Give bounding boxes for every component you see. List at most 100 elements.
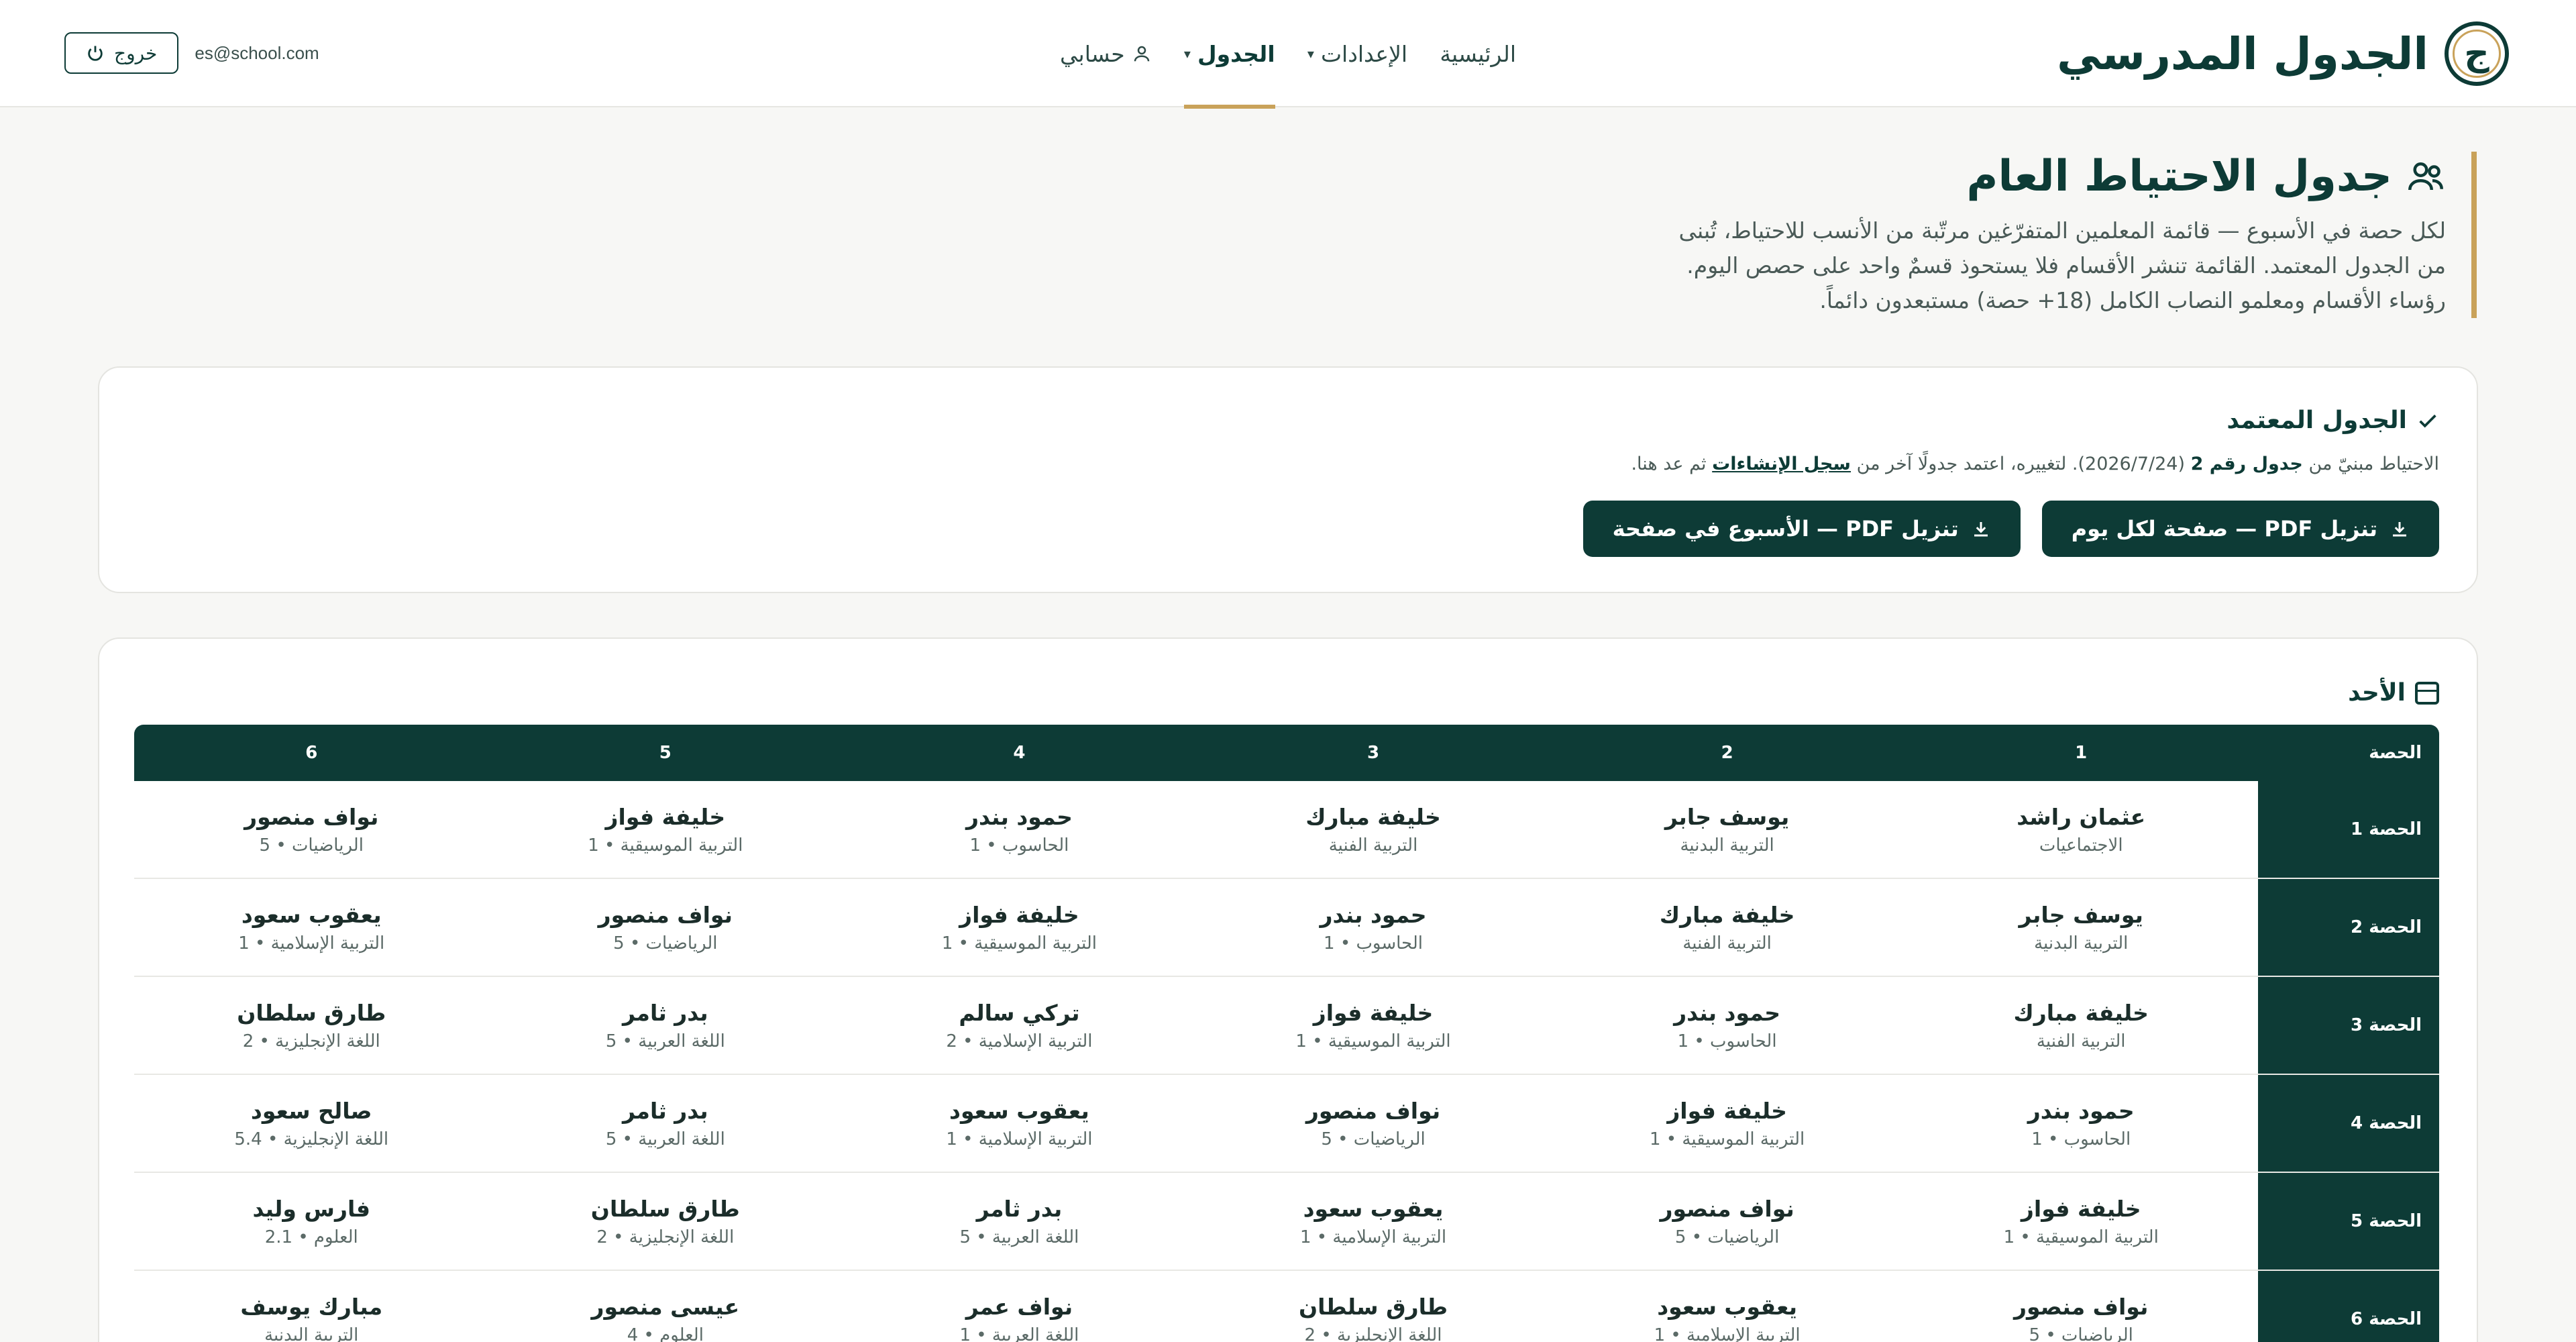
nav-item-schedule[interactable]: الجدول ▾ bbox=[1183, 0, 1275, 109]
day-schedule-card: الأحد الحصة 1 2 3 4 5 6 الحصة 1 عثمان راش… bbox=[98, 637, 2478, 1342]
teacher-cell[interactable]: يعقوب سعود التربية الإسلامية • 1 bbox=[134, 879, 488, 976]
teacher-cell[interactable]: خليفة فواز التربية الموسيقية • 1 bbox=[1550, 1075, 1904, 1172]
user-email: es@school.com bbox=[195, 42, 319, 63]
teacher-cell[interactable]: فارس وليد العلوم • 2.1 bbox=[134, 1173, 488, 1270]
teacher-cell[interactable]: خليفة مبارك التربية الفنية bbox=[1904, 977, 2258, 1074]
top-bar: ج الجدول المدرسي الرئيسية الإعدادات ▾ ال… bbox=[0, 0, 2576, 109]
teacher-subject: اللغة العربية • 5 bbox=[605, 1031, 725, 1051]
intro-line-2: من الجدول المعتمد. القائمة تنشر الأقسام … bbox=[1686, 252, 2446, 278]
teacher-cell[interactable]: نواف منصور الرياضيات • 5 bbox=[488, 879, 843, 976]
teacher-cell[interactable]: يوسف جابر التربية البدنية bbox=[1904, 879, 2258, 976]
day-title: الأحد bbox=[2348, 679, 2439, 707]
teacher-cell[interactable]: صالح سعود اللغة الإنجليزية • 5.4 bbox=[134, 1075, 488, 1172]
teacher-name: خليفة مبارك bbox=[1305, 803, 1441, 830]
download-icon bbox=[2393, 522, 2406, 537]
teacher-cell[interactable]: يوسف جابر التربية البدنية bbox=[1550, 781, 1904, 878]
nav-item-home[interactable]: الرئيسية bbox=[1440, 0, 1516, 107]
teacher-cell[interactable]: حمود بندر الحاسوب • 1 bbox=[1904, 1075, 2258, 1172]
teacher-name: بدر ثامر bbox=[976, 1195, 1063, 1222]
brand-logo-glyph: ج bbox=[2464, 34, 2489, 74]
teacher-name: فارس وليد bbox=[252, 1195, 370, 1222]
teacher-cell[interactable]: تركي سالم التربية الإسلامية • 2 bbox=[843, 977, 1197, 1074]
nav-item-settings[interactable]: الإعدادات ▾ bbox=[1307, 0, 1407, 107]
note-prefix: الاحتياط مبنيّ من bbox=[2308, 454, 2439, 474]
teacher-cell[interactable]: نواف منصور الرياضيات • 5 bbox=[134, 781, 488, 878]
teacher-cell[interactable]: بدر ثامر اللغة العربية • 5 bbox=[843, 1173, 1197, 1270]
teacher-cell[interactable]: نواف منصور الرياضيات • 5 bbox=[1550, 1173, 1904, 1270]
teacher-cell[interactable]: عثمان راشد الاجتماعيات bbox=[1904, 781, 2258, 878]
teacher-cell[interactable]: خليفة فواز التربية الموسيقية • 1 bbox=[1196, 977, 1550, 1074]
teacher-cell[interactable]: بدر ثامر اللغة العربية • 5 bbox=[488, 977, 843, 1074]
teacher-subject: التربية الموسيقية • 1 bbox=[2003, 1227, 2159, 1247]
teacher-cell[interactable]: يعقوب سعود التربية الإسلامية • 1 bbox=[843, 1075, 1197, 1172]
history-link[interactable]: سجل الإنشاءات bbox=[1712, 454, 1851, 474]
approved-title: الجدول المعتمد bbox=[2226, 407, 2439, 434]
download-weekly-pdf-button[interactable]: تنزيل PDF — الأسبوع في صفحة bbox=[1582, 501, 2021, 557]
teacher-cell[interactable]: خليفة فواز التربية الموسيقية • 1 bbox=[843, 879, 1197, 976]
logout-button[interactable]: خروج bbox=[64, 32, 179, 74]
teacher-name: طارق سلطان bbox=[237, 999, 386, 1026]
teacher-cell[interactable]: يعقوب سعود التربية الإسلامية • 1 bbox=[1550, 1271, 1904, 1342]
teacher-subject: الرياضيات • 5 bbox=[1674, 1227, 1780, 1247]
logout-label: خروج bbox=[114, 42, 158, 64]
teacher-subject: الرياضيات • 5 bbox=[259, 835, 364, 856]
approved-note: الاحتياط مبنيّ من جدول رقم 2 (2026/7/24)… bbox=[1631, 454, 2439, 474]
teacher-name: يعقوب سعود bbox=[241, 901, 382, 928]
teacher-subject: التربية الفنية bbox=[1682, 933, 1772, 953]
teacher-cell[interactable]: نواف منصور الرياضيات • 5 bbox=[1904, 1271, 2258, 1342]
header-period: الحصة bbox=[2369, 743, 2422, 763]
table-row: الحصة 1 عثمان راشد الاجتماعيات يوسف جابر الت… bbox=[134, 781, 2439, 879]
brand-logo-icon: ج bbox=[2445, 21, 2509, 86]
download-icon bbox=[1974, 522, 1988, 537]
download-daily-pdf-button[interactable]: تنزيل PDF — صفحة لكل يوم bbox=[2041, 501, 2439, 557]
table-header: الحصة 1 2 3 4 5 6 bbox=[134, 725, 2439, 781]
teacher-cell[interactable]: عيسى منصور العلوم • 4 bbox=[488, 1271, 843, 1342]
teacher-name: حمود بندر bbox=[1674, 999, 1781, 1026]
header-col: 4 bbox=[1013, 743, 1026, 763]
main-nav: الرئيسية الإعدادات ▾ الجدول ▾ حسابي bbox=[1060, 0, 1516, 109]
teacher-subject: التربية الإسلامية • 1 bbox=[946, 1129, 1093, 1149]
table-row: الحصة 3 خليفة مبارك التربية الفنية حمود بند… bbox=[134, 977, 2439, 1075]
brand[interactable]: ج الجدول المدرسي bbox=[2057, 19, 2509, 89]
teacher-cell[interactable]: حمود بندر الحاسوب • 1 bbox=[1196, 879, 1550, 976]
chevron-down-icon: ▾ bbox=[1183, 46, 1191, 62]
day-title-text: الأحد bbox=[2348, 679, 2406, 707]
intro-line-1: لكل حصة في الأسبوع — قائمة المعلمين المت… bbox=[1678, 217, 2446, 244]
teacher-cell[interactable]: بدر ثامر اللغة العربية • 5 bbox=[488, 1075, 843, 1172]
teacher-name: نواف منصور bbox=[598, 901, 733, 928]
teacher-cell[interactable]: نواف منصور الرياضيات • 5 bbox=[1196, 1075, 1550, 1172]
header-col: 1 bbox=[2075, 743, 2088, 763]
teacher-cell[interactable]: نواف عمر اللغة العربية • 1 bbox=[843, 1271, 1197, 1342]
teacher-cell[interactable]: خليفة فواز التربية الموسيقية • 1 bbox=[1904, 1173, 2258, 1270]
row-period-label: الحصة 4 bbox=[2258, 1075, 2439, 1172]
nav-item-account[interactable]: حسابي bbox=[1060, 0, 1152, 107]
teacher-cell[interactable]: مبارك يوسف التربية البدنية bbox=[134, 1271, 488, 1342]
teacher-cell[interactable]: طارق سلطان اللغة الإنجليزية • 2 bbox=[488, 1173, 843, 1270]
user-icon bbox=[1134, 46, 1149, 62]
header-col: 5 bbox=[659, 743, 672, 763]
teacher-cell[interactable]: طارق سلطان اللغة الإنجليزية • 2 bbox=[1196, 1271, 1550, 1342]
teacher-cell[interactable]: يعقوب سعود التربية الإسلامية • 1 bbox=[1196, 1173, 1550, 1270]
teacher-name: بدر ثامر bbox=[622, 1097, 708, 1124]
teacher-subject: التربية الفنية bbox=[2036, 1031, 2126, 1051]
table-row: الحصة 4 حمود بندر الحاسوب • 1 خليفة فواز الت… bbox=[134, 1075, 2439, 1173]
teacher-subject: الحاسوب • 1 bbox=[1324, 933, 1423, 953]
teacher-name: حمود بندر bbox=[965, 803, 1073, 830]
teacher-cell[interactable]: طارق سلطان اللغة الإنجليزية • 2 bbox=[134, 977, 488, 1074]
teacher-cell[interactable]: حمود بندر الحاسوب • 1 bbox=[1550, 977, 1904, 1074]
teacher-cell[interactable]: خليفة مبارك التربية الفنية bbox=[1550, 879, 1904, 976]
teacher-name: يعقوب سعود bbox=[1303, 1195, 1444, 1222]
teacher-cell[interactable]: خليفة فواز التربية الموسيقية • 1 bbox=[488, 781, 843, 878]
teacher-subject: الاجتماعيات bbox=[2039, 835, 2123, 856]
teacher-subject: التربية البدنية bbox=[264, 1325, 359, 1342]
teacher-cell[interactable]: حمود بندر الحاسوب • 1 bbox=[843, 781, 1197, 878]
teacher-subject: التربية الموسيقية • 1 bbox=[1295, 1031, 1451, 1051]
note-schedule-number: جدول رقم 2 bbox=[2190, 454, 2303, 474]
teacher-name: بدر ثامر bbox=[622, 999, 708, 1026]
table-body: الحصة 1 عثمان راشد الاجتماعيات يوسف جابر الت… bbox=[134, 781, 2439, 1342]
download-buttons: تنزيل PDF — صفحة لكل يوم تنزيل PDF — الأ… bbox=[1582, 501, 2439, 557]
teacher-cell[interactable]: خليفة مبارك التربية الفنية bbox=[1196, 781, 1550, 878]
header-col: 6 bbox=[305, 743, 318, 763]
teacher-name: خليفة فواز bbox=[1667, 1097, 1787, 1124]
nav-item-label: الإعدادات bbox=[1320, 40, 1408, 67]
